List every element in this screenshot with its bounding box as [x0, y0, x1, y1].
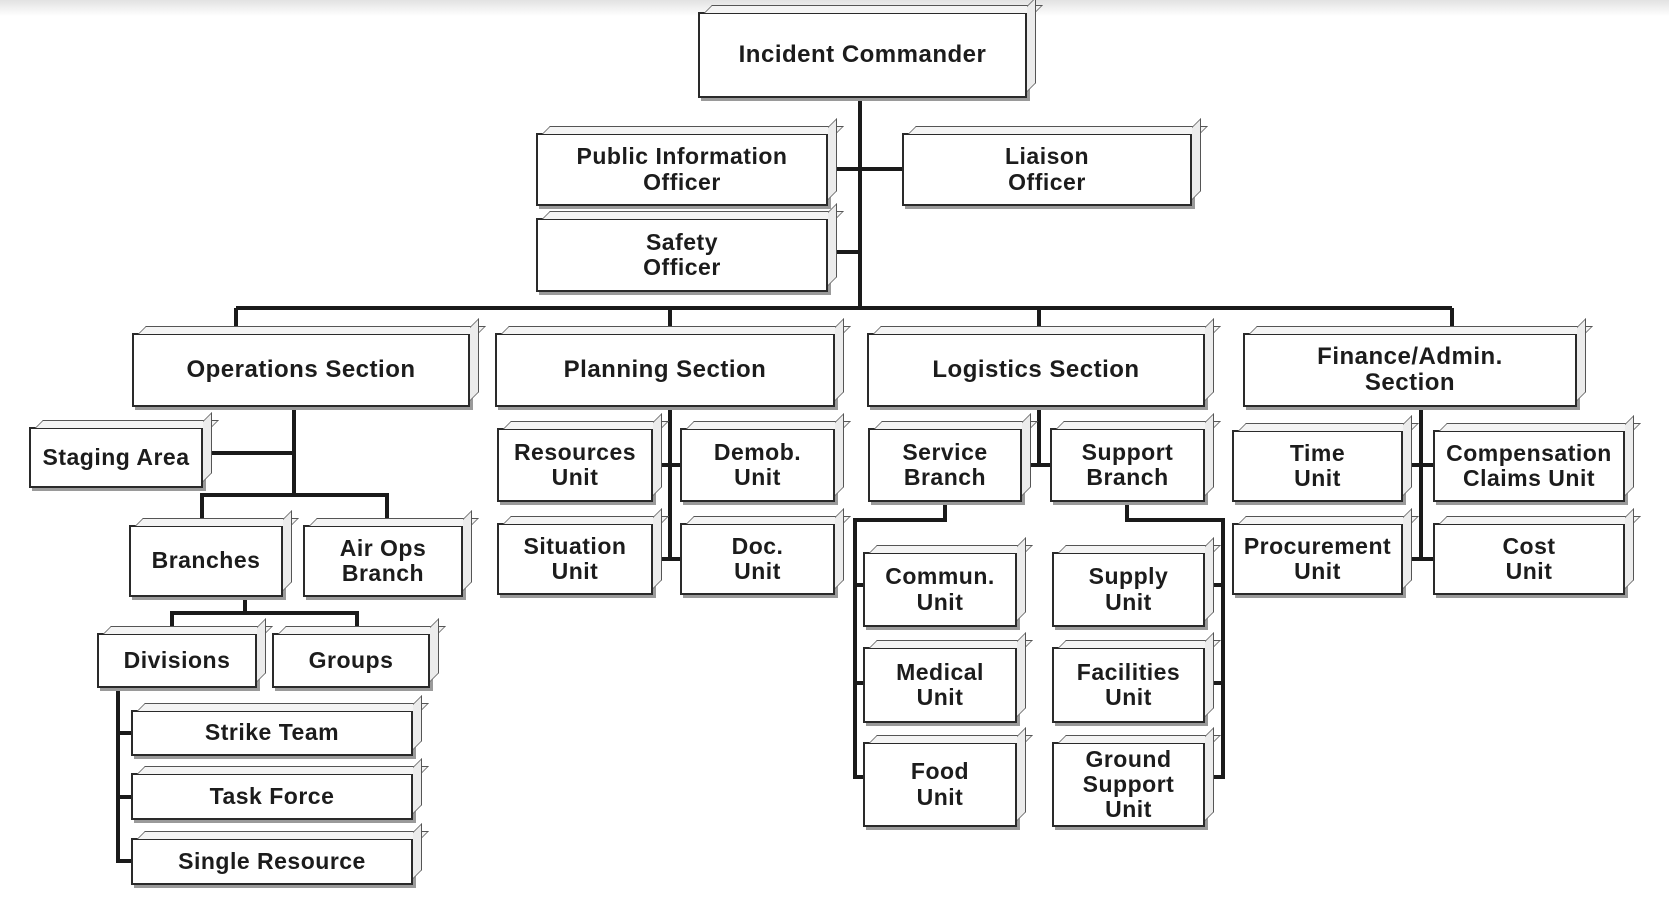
- node-liaison-officer: Liaison Officer: [902, 133, 1192, 206]
- node-staging-area: Staging Area: [29, 427, 203, 488]
- node-label: Time Unit: [1289, 439, 1346, 491]
- node-label: Food Unit: [910, 758, 970, 810]
- node-label: Procurement Unit: [1243, 532, 1392, 584]
- node-label: Task Force: [209, 782, 335, 809]
- node-label: Situation Unit: [523, 532, 627, 584]
- node-strike-team: Strike Team: [131, 710, 413, 756]
- node-label: Cost Unit: [1502, 532, 1556, 584]
- node-label: Branches: [151, 547, 261, 574]
- node-logistics-section: Logistics Section: [867, 333, 1205, 407]
- node-single-resource: Single Resource: [131, 838, 413, 885]
- node-groups: Groups: [272, 633, 430, 688]
- node-operations-section: Operations Section: [132, 333, 470, 407]
- node-label: Planning Section: [563, 355, 767, 383]
- node-cost-unit: Cost Unit: [1433, 523, 1625, 595]
- node-label: Medical Unit: [896, 658, 984, 710]
- node-label: Staging Area: [42, 443, 190, 470]
- node-divisions: Divisions: [97, 633, 257, 688]
- node-support-branch: Support Branch: [1050, 428, 1205, 502]
- node-label: Liaison Officer: [1004, 143, 1089, 195]
- node-communications-unit: Commun. Unit: [863, 552, 1017, 627]
- node-task-force: Task Force: [131, 773, 413, 820]
- node-incident-commander: Incident Commander: [698, 12, 1027, 98]
- node-label: Service Branch: [902, 438, 988, 490]
- node-label: Air Ops Branch: [339, 534, 427, 586]
- node-procurement-unit: Procurement Unit: [1232, 523, 1403, 595]
- node-medical-unit: Medical Unit: [863, 647, 1017, 723]
- node-label: Divisions: [123, 646, 231, 673]
- node-label: Groups: [308, 646, 394, 673]
- node-demob-unit: Demob. Unit: [680, 428, 835, 502]
- node-public-information-officer: Public Information Officer: [536, 133, 828, 206]
- node-label: Doc. Unit: [731, 532, 784, 584]
- node-doc-unit: Doc. Unit: [680, 523, 835, 595]
- node-label: Facilities Unit: [1076, 658, 1181, 710]
- node-ground-support-unit: Ground Support Unit: [1052, 742, 1205, 827]
- node-time-unit: Time Unit: [1232, 430, 1403, 502]
- node-situation-unit: Situation Unit: [497, 523, 653, 595]
- node-resources-unit: Resources Unit: [497, 428, 653, 502]
- node-label: Resources Unit: [513, 438, 637, 490]
- node-label: Incident Commander: [738, 40, 987, 68]
- node-finance-admin-section: Finance/Admin. Section: [1243, 333, 1577, 407]
- node-facilities-unit: Facilities Unit: [1052, 647, 1205, 723]
- node-label: Support Branch: [1081, 438, 1174, 490]
- node-label: Public Information Officer: [576, 143, 788, 195]
- node-label: Finance/Admin. Section: [1317, 342, 1503, 396]
- node-label: Strike Team: [204, 719, 340, 746]
- connector-div-spine: [116, 688, 131, 863]
- node-compensation-claims-unit: Compensation Claims Unit: [1433, 430, 1625, 502]
- node-planning-section: Planning Section: [495, 333, 835, 407]
- node-label: Ground Support Unit: [1082, 745, 1175, 823]
- node-label: Logistics Section: [932, 355, 1140, 383]
- node-food-unit: Food Unit: [863, 742, 1017, 827]
- node-branches: Branches: [129, 525, 283, 597]
- node-label: Compensation Claims Unit: [1446, 439, 1612, 491]
- node-label: Operations Section: [186, 355, 416, 383]
- node-label: Safety Officer: [643, 228, 721, 280]
- node-air-ops-branch: Air Ops Branch: [303, 525, 463, 597]
- node-label: Single Resource: [178, 847, 366, 874]
- node-label: Demob. Unit: [713, 438, 802, 490]
- node-supply-unit: Supply Unit: [1052, 552, 1205, 627]
- node-label: Commun. Unit: [885, 563, 995, 615]
- node-label: Supply Unit: [1088, 563, 1169, 615]
- node-service-branch: Service Branch: [868, 428, 1022, 502]
- node-safety-officer: Safety Officer: [536, 218, 828, 292]
